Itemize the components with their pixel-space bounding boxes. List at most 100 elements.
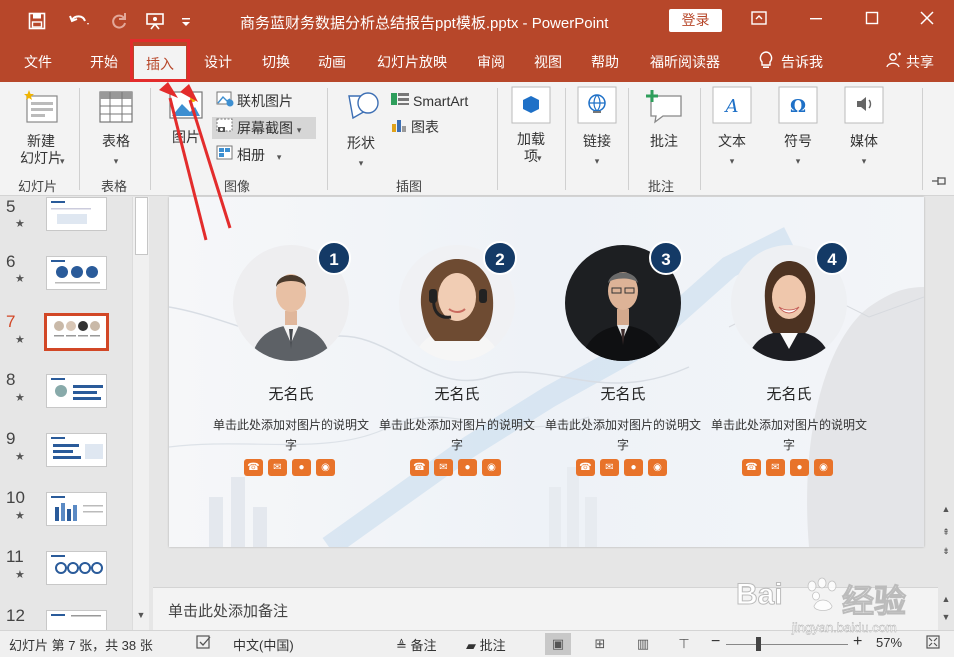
photo-album-button[interactable]: 相册 ▾ (216, 144, 281, 166)
slide-thumbnail-selected[interactable] (44, 313, 109, 351)
slide-thumbnail[interactable] (46, 256, 107, 290)
weibo-icon[interactable]: ◉ (814, 459, 833, 476)
slide-number: 10 (6, 488, 25, 507)
slide-thumbnail[interactable] (46, 551, 107, 585)
previous-slide-icon[interactable]: ⇞ (938, 525, 954, 539)
weibo-icon[interactable]: ◉ (482, 459, 501, 476)
phone-icon[interactable]: ☎ (576, 459, 595, 476)
reading-view-icon[interactable]: ▥ (630, 633, 656, 655)
comment-button[interactable]: 批注 (638, 90, 690, 151)
person-name[interactable]: 无名氏 (709, 383, 869, 404)
login-button[interactable]: 登录 (669, 9, 722, 32)
tab-file[interactable]: 文件 (12, 50, 64, 74)
thumbnails-scrollbar[interactable]: ▼ (132, 197, 149, 630)
online-picture-button[interactable]: 联机图片 (216, 90, 293, 112)
tab-animations[interactable]: 动画 (306, 50, 358, 74)
comments-toggle-button[interactable]: ▰ 批注 (466, 635, 506, 654)
chat-icon[interactable]: ● (790, 459, 809, 476)
tab-insert[interactable]: 插入 (134, 46, 186, 82)
tab-view[interactable]: 视图 (522, 50, 574, 74)
save-icon[interactable] (24, 9, 50, 33)
mail-icon[interactable]: ✉ (766, 459, 785, 476)
mail-icon[interactable]: ✉ (434, 459, 453, 476)
shapes-label: 形状 (347, 135, 375, 151)
screenshot-button[interactable]: 屏幕截图 ▾ (212, 117, 316, 139)
slide-thumbnail[interactable] (46, 197, 107, 231)
team-member-card: 3 无名氏 单击此处添加对图片的说明文字 ☎ ✉ ● ◉ (545, 241, 701, 485)
group-divider (150, 88, 151, 190)
maximize-icon[interactable] (857, 8, 887, 34)
chart-button[interactable]: 图表 (390, 116, 439, 138)
presentation-icon[interactable] (142, 9, 168, 33)
close-icon[interactable] (912, 8, 942, 34)
slide-thumbnail[interactable] (46, 374, 107, 408)
person-name[interactable]: 无名氏 (377, 383, 537, 404)
notes-placeholder[interactable]: 单击此处添加备注 (168, 600, 288, 621)
zoom-slider[interactable] (726, 644, 848, 645)
tab-home[interactable]: 开始 (78, 50, 130, 74)
scroll-down-icon[interactable]: ▼ (133, 607, 149, 623)
ribbon-display-options-icon[interactable] (744, 8, 774, 34)
mail-icon[interactable]: ✉ (268, 459, 287, 476)
normal-view-icon[interactable]: ▣ (545, 633, 571, 655)
phone-icon[interactable]: ☎ (410, 459, 429, 476)
person-name[interactable]: 无名氏 (211, 383, 371, 404)
smartart-button[interactable]: SmartArt (390, 90, 468, 112)
chat-icon[interactable]: ● (624, 459, 643, 476)
text-button[interactable]: A 文本 ▾ (708, 86, 756, 167)
tab-review[interactable]: 审阅 (465, 50, 517, 74)
person-name[interactable]: 无名氏 (543, 383, 703, 404)
person-description[interactable]: 单击此处添加对图片的说明文字 (709, 415, 869, 455)
group-label-slides: 幻灯片 (18, 179, 58, 194)
undo-icon[interactable] (62, 9, 96, 33)
notes-toggle-button[interactable]: ≜ 备注 (396, 635, 437, 654)
phone-icon[interactable]: ☎ (742, 459, 761, 476)
zoom-out-icon[interactable]: − (711, 633, 720, 651)
chat-icon[interactable]: ● (292, 459, 311, 476)
media-button[interactable]: 媒体 ▾ (840, 86, 888, 167)
phone-icon[interactable]: ☎ (244, 459, 263, 476)
link-icon (574, 86, 620, 127)
slide-thumbnail[interactable] (46, 433, 107, 467)
tab-foxit-reader[interactable]: 福昕阅读器 (640, 50, 730, 74)
slide-sorter-view-icon[interactable]: ⊞ (587, 633, 613, 655)
symbol-button[interactable]: Ω 符号 ▾ (774, 86, 822, 167)
tab-design[interactable]: 设计 (192, 50, 244, 74)
tab-help[interactable]: 帮助 (579, 50, 631, 74)
tab-transitions[interactable]: 切换 (250, 50, 302, 74)
next-slide-icon[interactable]: ⇟ (938, 544, 954, 558)
customize-qat-icon[interactable] (176, 9, 196, 33)
new-slide-button[interactable]: 新建 幻灯片 ▾ (10, 88, 72, 167)
picture-button[interactable]: 图片 (160, 90, 212, 147)
person-description[interactable]: 单击此处添加对图片的说明文字 (543, 415, 703, 455)
pin-ribbon-icon[interactable] (930, 174, 950, 191)
slide-thumbnail[interactable] (46, 610, 107, 630)
notes-label: 备注 (410, 638, 437, 653)
redo-icon[interactable] (106, 9, 132, 33)
comment-icon (638, 90, 690, 127)
tab-tell-me[interactable]: 告诉我 (748, 50, 834, 74)
scrollbar-thumb[interactable] (135, 197, 148, 255)
slideshow-view-icon[interactable]: ⊤ (671, 633, 697, 655)
scroll-up-icon[interactable]: ▲ (938, 502, 954, 516)
tab-slideshow[interactable]: 幻灯片放映 (366, 50, 458, 74)
mail-icon[interactable]: ✉ (600, 459, 619, 476)
animation-star-icon: ★ (15, 334, 25, 346)
spellcheck-icon[interactable] (196, 634, 212, 653)
weibo-icon[interactable]: ◉ (648, 459, 667, 476)
person-description[interactable]: 单击此处添加对图片的说明文字 (377, 415, 537, 455)
slide-thumbnail[interactable] (46, 492, 107, 526)
weibo-icon[interactable]: ◉ (316, 459, 335, 476)
chat-icon[interactable]: ● (458, 459, 477, 476)
editor-scrollbar[interactable]: ▲ ⇞ ⇟ ▲ ▼ (938, 197, 954, 622)
table-button[interactable]: 表格 ▾ (88, 90, 144, 167)
text-icon: A (708, 86, 756, 127)
slide-canvas[interactable]: 1 无名氏 单击此处添加对图片的说明文字 ☎ ✉ ● ◉ 2 无名氏 单击此处添… (169, 197, 924, 547)
shapes-button[interactable]: 形状 ▾ (336, 90, 386, 169)
share-button[interactable]: 共享 (880, 50, 940, 74)
minimize-icon[interactable] (801, 8, 831, 34)
addins-button[interactable]: 加载 项 ▾ (506, 86, 556, 165)
link-button[interactable]: 链接 ▾ (574, 86, 620, 167)
person-description[interactable]: 单击此处添加对图片的说明文字 (211, 415, 371, 455)
language-indicator[interactable]: 中文(中国) (233, 635, 294, 654)
